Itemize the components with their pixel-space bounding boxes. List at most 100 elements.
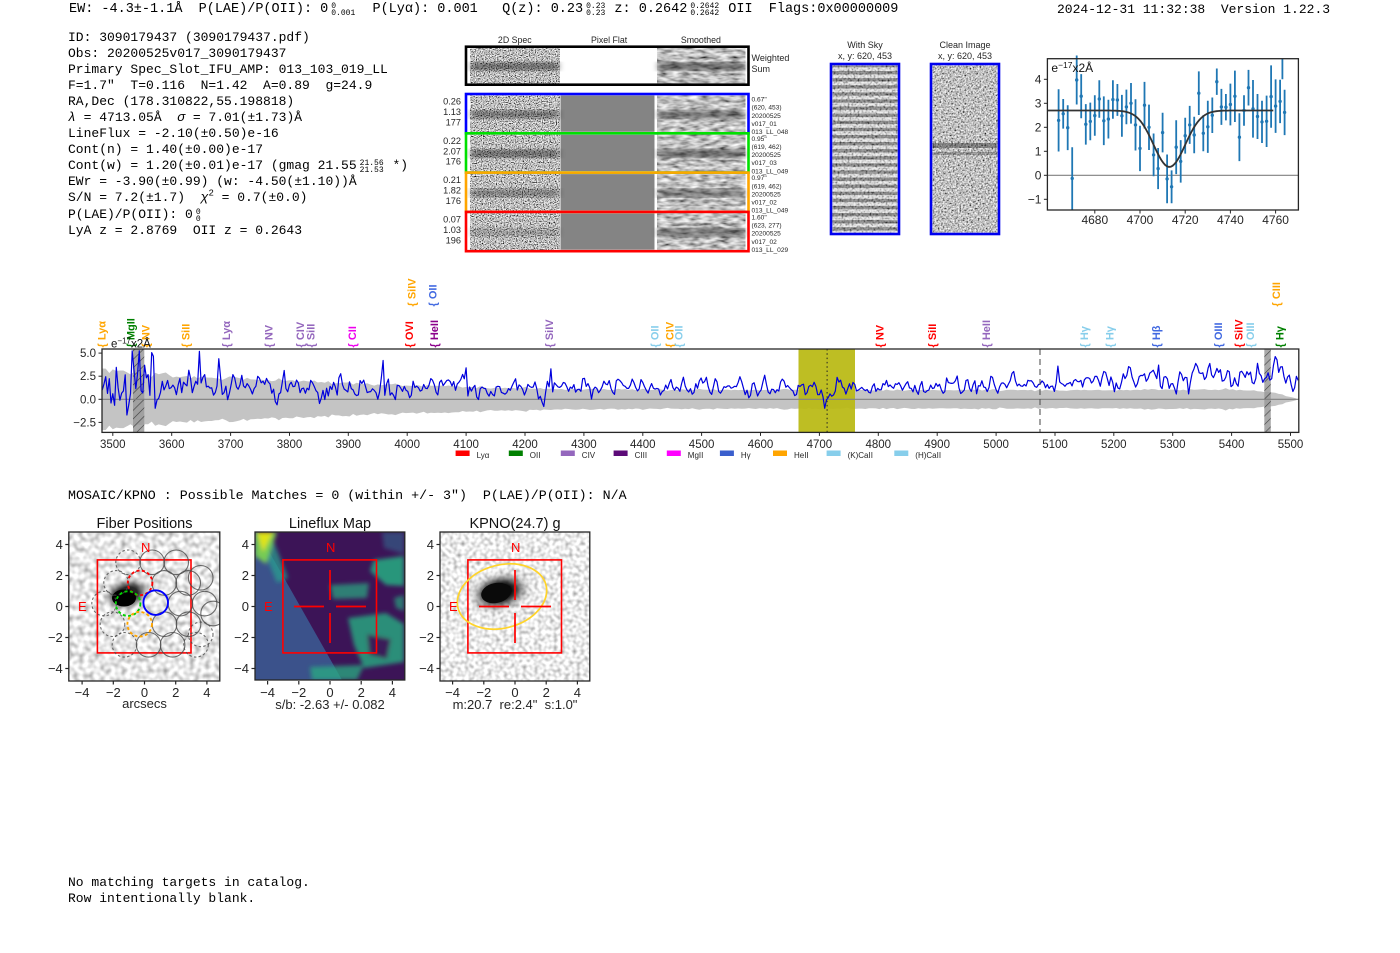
svg-text:{ HeII: { HeII [429, 320, 441, 348]
svg-text:177: 177 [446, 117, 461, 127]
svg-text:2: 2 [1035, 121, 1042, 135]
svg-text:5100: 5100 [1042, 439, 1068, 451]
svg-text:−4: −4 [260, 685, 275, 700]
svg-text:v017_03: v017_03 [752, 160, 778, 167]
svg-text:−4: −4 [419, 661, 434, 676]
svg-text:N: N [141, 540, 150, 555]
svg-text:(623, 277): (623, 277) [752, 223, 782, 230]
svg-text:4400: 4400 [630, 439, 656, 451]
svg-text:0.0: 0.0 [80, 394, 96, 406]
svg-text:0.22: 0.22 [443, 136, 461, 146]
svg-text:4680: 4680 [1081, 213, 1108, 227]
svg-text:{ HeII: { HeII [981, 320, 993, 348]
svg-text:176: 176 [446, 196, 461, 206]
svg-text:1: 1 [1035, 145, 1042, 159]
svg-text:196: 196 [446, 235, 461, 245]
svg-text:Pixel Flat: Pixel Flat [591, 35, 628, 45]
svg-text:CIII: CIII [635, 451, 647, 460]
svg-text:e−17x2Å: e−17x2Å [1051, 60, 1093, 75]
svg-text:KPNO(24.7) g: KPNO(24.7) g [469, 516, 560, 532]
svg-text:{ Hγ: { Hγ [1079, 325, 1091, 347]
svg-text:4200: 4200 [512, 439, 538, 451]
svg-text:3800: 3800 [277, 439, 303, 451]
svg-text:4700: 4700 [1127, 213, 1154, 227]
svg-text:−2: −2 [48, 630, 63, 645]
svg-text:N: N [326, 540, 335, 555]
svg-text:s/b: -2.63 +/- 0.082: s/b: -2.63 +/- 0.082 [275, 697, 384, 712]
svg-text:{ Hγ: { Hγ [1105, 325, 1117, 347]
svg-text:{ SiII: { SiII [181, 324, 193, 348]
svg-text:MgII: MgII [688, 451, 704, 460]
svg-text:4700: 4700 [807, 439, 833, 451]
svg-text:v017_02: v017_02 [752, 239, 778, 246]
svg-text:{ OII: { OII [650, 325, 662, 347]
svg-text:0.67": 0.67" [752, 97, 768, 104]
svg-text:20200525: 20200525 [752, 152, 782, 159]
svg-text:(K)CaII: (K)CaII [848, 451, 873, 460]
svg-text:20200525: 20200525 [752, 191, 782, 198]
svg-text:0: 0 [242, 599, 249, 614]
svg-text:v017_01: v017_01 [752, 121, 778, 128]
svg-text:{ CIII: { CIII [1271, 282, 1283, 306]
svg-text:3500: 3500 [100, 439, 126, 451]
svg-text:Fiber Positions: Fiber Positions [97, 516, 193, 532]
svg-text:{ NV: { NV [874, 324, 886, 347]
svg-text:4: 4 [427, 537, 434, 552]
svg-text:4: 4 [389, 685, 396, 700]
svg-text:0.97": 0.97" [752, 175, 768, 182]
svg-text:{ SiIV: { SiIV [407, 278, 419, 307]
svg-text:2D Spec: 2D Spec [498, 35, 532, 45]
svg-text:E: E [78, 599, 87, 614]
svg-text:Smoothed: Smoothed [681, 35, 721, 45]
svg-text:−4: −4 [75, 685, 90, 700]
svg-text:(619, 462): (619, 462) [752, 183, 782, 190]
svg-text:−4: −4 [48, 661, 63, 676]
svg-text:4: 4 [56, 537, 63, 552]
svg-text:0: 0 [1035, 169, 1042, 183]
svg-text:4800: 4800 [866, 439, 892, 451]
svg-text:E: E [264, 599, 273, 614]
svg-text:0.21: 0.21 [443, 175, 461, 185]
svg-text:CIV: CIV [582, 451, 596, 460]
svg-text:{ Lyα: { Lyα [221, 321, 233, 348]
svg-text:3: 3 [1035, 97, 1042, 111]
svg-text:0: 0 [427, 599, 434, 614]
svg-text:Lyα: Lyα [477, 451, 490, 460]
svg-text:5000: 5000 [983, 439, 1009, 451]
svg-text:{ Hβ: { Hβ [1151, 325, 1163, 347]
svg-text:HeII: HeII [794, 451, 809, 460]
svg-text:{ OII: { OII [428, 284, 440, 306]
svg-text:{ OIII: { OIII [1245, 322, 1257, 347]
svg-text:5500: 5500 [1278, 439, 1304, 451]
svg-text:−2.5: −2.5 [73, 417, 96, 429]
svg-text:With Sky: With Sky [847, 40, 883, 50]
svg-text:3600: 3600 [159, 439, 185, 451]
svg-text:−2: −2 [234, 630, 249, 645]
svg-text:5.0: 5.0 [80, 348, 96, 360]
svg-text:2.5: 2.5 [80, 371, 96, 383]
svg-text:3900: 3900 [336, 439, 362, 451]
svg-text:1.60": 1.60" [752, 215, 768, 222]
svg-text:(619, 462): (619, 462) [752, 144, 782, 151]
svg-text:{ Hγ: { Hγ [1275, 325, 1287, 347]
svg-text:{ SiIV: { SiIV [544, 319, 556, 348]
svg-text:(620, 453): (620, 453) [752, 105, 782, 112]
svg-text:2: 2 [172, 685, 179, 700]
svg-text:20200525: 20200525 [752, 231, 782, 238]
svg-text:0.95": 0.95" [752, 136, 768, 143]
svg-text:−4: −4 [234, 661, 249, 676]
svg-text:Sum: Sum [752, 64, 771, 74]
svg-text:4740: 4740 [1217, 213, 1244, 227]
svg-text:2: 2 [427, 568, 434, 583]
svg-text:x, y: 620, 453: x, y: 620, 453 [938, 51, 992, 61]
svg-text:4600: 4600 [748, 439, 774, 451]
svg-text:176: 176 [446, 157, 461, 167]
svg-text:4: 4 [242, 537, 249, 552]
svg-text:E: E [449, 599, 458, 614]
svg-text:OII: OII [530, 451, 541, 460]
svg-text:e−17x2Å: e−17x2Å [111, 337, 151, 351]
svg-text:0.07: 0.07 [443, 215, 461, 225]
svg-text:1.03: 1.03 [443, 225, 461, 235]
svg-text:4500: 4500 [689, 439, 715, 451]
svg-text:5200: 5200 [1101, 439, 1127, 451]
